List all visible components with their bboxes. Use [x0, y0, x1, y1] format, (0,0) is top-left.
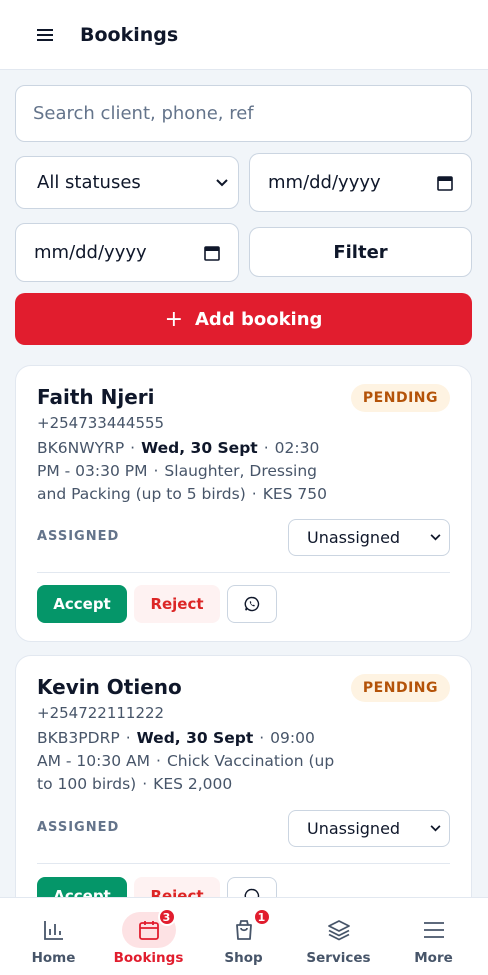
add-booking-label: Add booking: [195, 308, 323, 330]
hamburger-menu-icon: [423, 922, 444, 938]
booking-date: Wed, 30 Sept: [136, 729, 254, 747]
client-name: Kevin Otieno: [37, 675, 182, 699]
bottom-navigation: Home 3 Bookings 1 Shop Services More: [0, 897, 488, 975]
nav-item-services[interactable]: Services: [290, 898, 387, 975]
assignee-value: Unassigned: [307, 528, 401, 547]
assignee-select[interactable]: Unassigned: [288, 810, 450, 847]
date-to-input[interactable]: mm/dd/yyyy: [15, 223, 239, 282]
booking-ref: BK6NWYRP: [37, 439, 125, 457]
booking-card: Faith Njeri +254733444555 PENDING BK6NWY…: [15, 365, 472, 642]
chevron-down-icon: [430, 825, 441, 832]
assigned-label: ASSIGNED: [37, 820, 120, 835]
booking-ref: BKB3PDRP: [37, 729, 120, 747]
nav-label-bookings: Bookings: [113, 950, 184, 966]
layers-icon: [327, 920, 350, 941]
calendar-icon[interactable]: [204, 245, 220, 261]
assignee-value: Unassigned: [307, 819, 401, 838]
divider: [37, 572, 450, 573]
booking-details: BKB3PDRP · Wed, 30 Sept · 09:00 AM - 10:30 A…: [37, 729, 335, 793]
whatsapp-button[interactable]: [227, 585, 277, 623]
reject-button[interactable]: Reject: [134, 585, 220, 623]
client-phone: +254722111222: [37, 704, 165, 722]
date-to-placeholder: mm/dd/yyyy: [34, 242, 147, 263]
client-name: Faith Njeri: [37, 385, 155, 409]
assigned-label: ASSIGNED: [37, 529, 120, 544]
booking-date: Wed, 30 Sept: [141, 439, 258, 457]
calendar-icon: [138, 921, 159, 940]
plus-icon: +: [164, 306, 183, 332]
chevron-down-icon: [216, 178, 228, 186]
add-booking-button[interactable]: + Add booking: [15, 293, 472, 345]
booking-amount: KES 750: [262, 485, 328, 503]
nav-item-home[interactable]: Home: [5, 898, 102, 975]
filter-button[interactable]: Filter: [249, 227, 472, 277]
shopping-bag-icon: [235, 920, 252, 940]
date-from-input[interactable]: mm/dd/yyyy: [249, 153, 472, 212]
nav-label-home: Home: [31, 950, 76, 966]
date-from-placeholder: mm/dd/yyyy: [268, 172, 381, 193]
status-badge: PENDING: [350, 384, 450, 412]
whatsapp-icon: [244, 596, 260, 612]
accept-button[interactable]: Accept: [37, 585, 127, 623]
client-phone: +254733444555: [37, 414, 165, 432]
chevron-down-icon: [430, 534, 441, 541]
booking-details: BK6NWYRP · Wed, 30 Sept · 02:30 PM - 03:30 P…: [37, 439, 328, 503]
top-bar: Bookings: [0, 0, 488, 70]
shop-count-badge: 1: [252, 908, 271, 926]
bar-chart-icon: [43, 921, 63, 940]
status-select-value: All statuses: [37, 172, 141, 193]
hamburger-menu-icon[interactable]: [30, 20, 60, 50]
booking-amount: KES 2,000: [153, 775, 233, 793]
status-badge: PENDING: [350, 674, 450, 702]
search-input[interactable]: [15, 85, 472, 142]
nav-item-more[interactable]: More: [385, 898, 482, 975]
nav-item-bookings[interactable]: 3 Bookings: [100, 898, 197, 975]
status-select[interactable]: All statuses: [15, 156, 239, 209]
nav-label-services: Services: [306, 950, 371, 966]
nav-label-shop: Shop: [224, 950, 263, 966]
nav-label-more: More: [414, 950, 453, 966]
nav-item-shop[interactable]: 1 Shop: [195, 898, 292, 975]
assignee-select[interactable]: Unassigned: [288, 519, 450, 556]
page-title: Bookings: [80, 23, 179, 46]
divider: [37, 863, 450, 864]
calendar-icon[interactable]: [437, 175, 453, 191]
bookings-count-badge: 3: [157, 908, 176, 926]
